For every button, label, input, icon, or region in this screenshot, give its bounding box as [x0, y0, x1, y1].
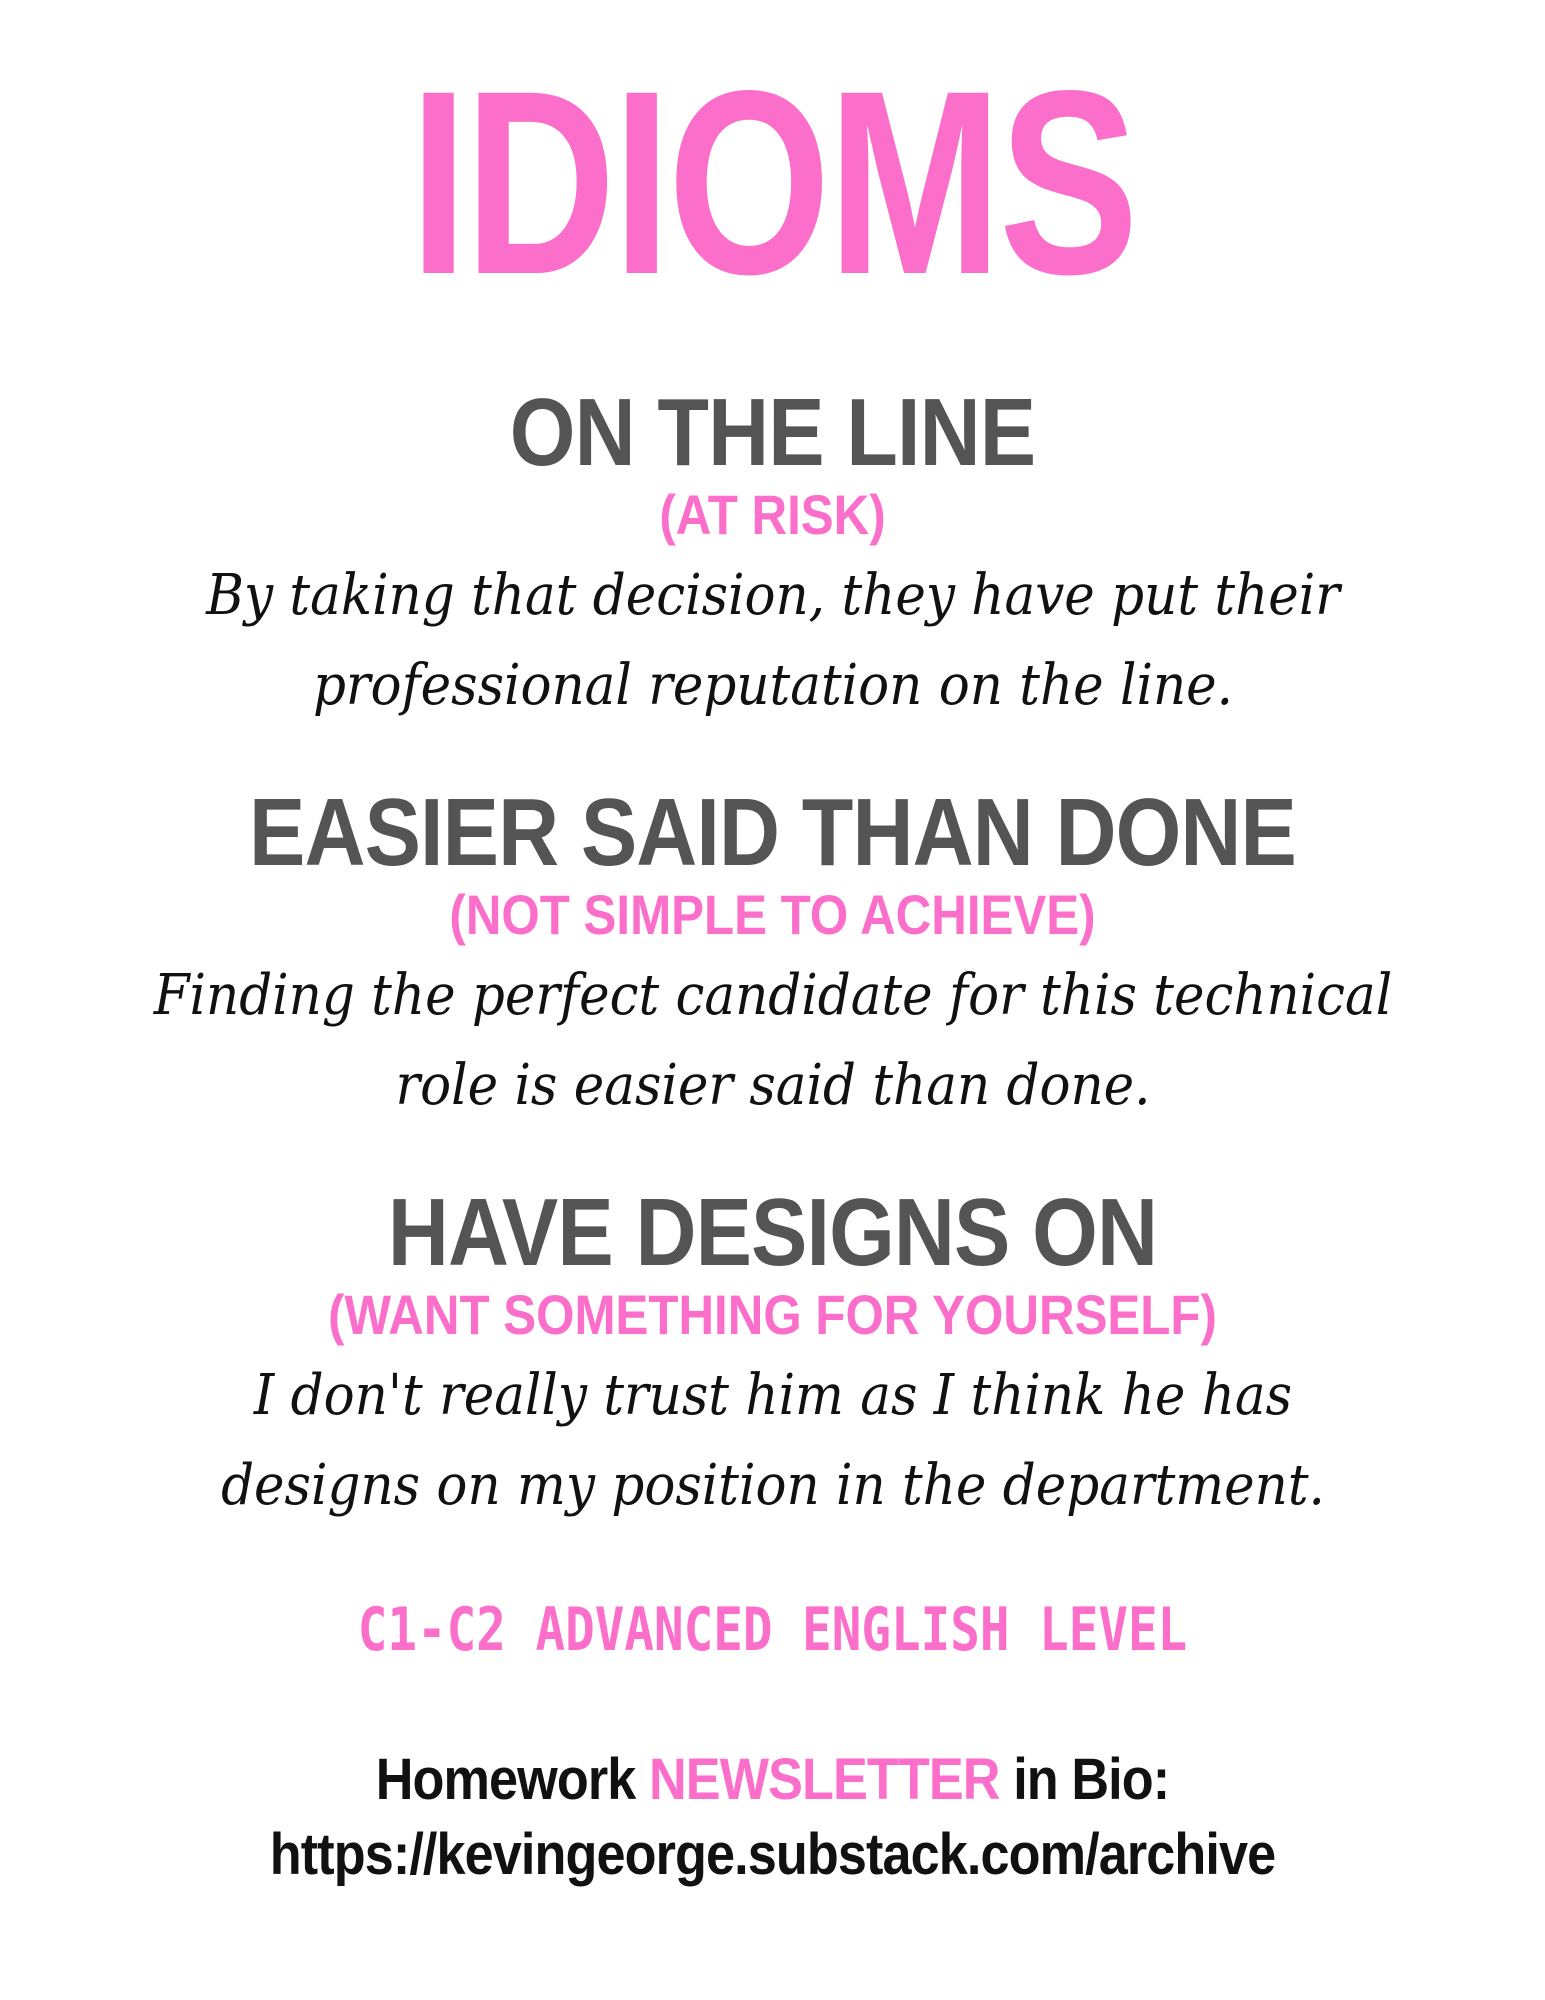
level-label: C1-C2 ADVANCED ENGLISH LEVEL: [357, 1595, 1188, 1665]
idiom-2: EASIER SAID THAN DONE (NOT SIMPLE TO ACH…: [0, 785, 1545, 1131]
idiom-phrase: EASIER SAID THAN DONE: [248, 779, 1297, 886]
idiom-3: HAVE DESIGNS ON (WANT SOMETHING FOR YOUR…: [0, 1185, 1545, 1531]
idiom-phrase: HAVE DESIGNS ON: [387, 1179, 1158, 1286]
idiom-meaning: (NOT SIMPLE TO ACHIEVE): [449, 883, 1096, 946]
idiom-meaning: (WANT SOMETHING FOR YOURSELF): [328, 1283, 1217, 1346]
poster: IDIOMS ON THE LINE (AT RISK) By taking t…: [0, 0, 1545, 2000]
newsletter-url[interactable]: https://kevingeorge.substack.com/archive: [77, 1820, 1468, 1890]
newsletter-highlight: NEWSLETTER: [649, 1747, 1000, 1812]
newsletter-prefix: Homework: [375, 1747, 650, 1812]
idiom-example: I don't really trust him as I think he h…: [220, 1363, 1325, 1518]
idiom-meaning: (AT RISK): [659, 483, 886, 546]
idiom-example: Finding the perfect candidate for this t…: [153, 963, 1392, 1118]
page-title: IDIOMS: [409, 36, 1138, 329]
newsletter-suffix: in Bio:: [999, 1747, 1170, 1812]
idiom-phrase: ON THE LINE: [509, 379, 1036, 486]
newsletter-line: Homework NEWSLETTER in Bio:: [77, 1745, 1468, 1815]
idiom-1: ON THE LINE (AT RISK) By taking that dec…: [0, 385, 1545, 731]
idiom-example: By taking that decision, they have put t…: [205, 563, 1340, 718]
